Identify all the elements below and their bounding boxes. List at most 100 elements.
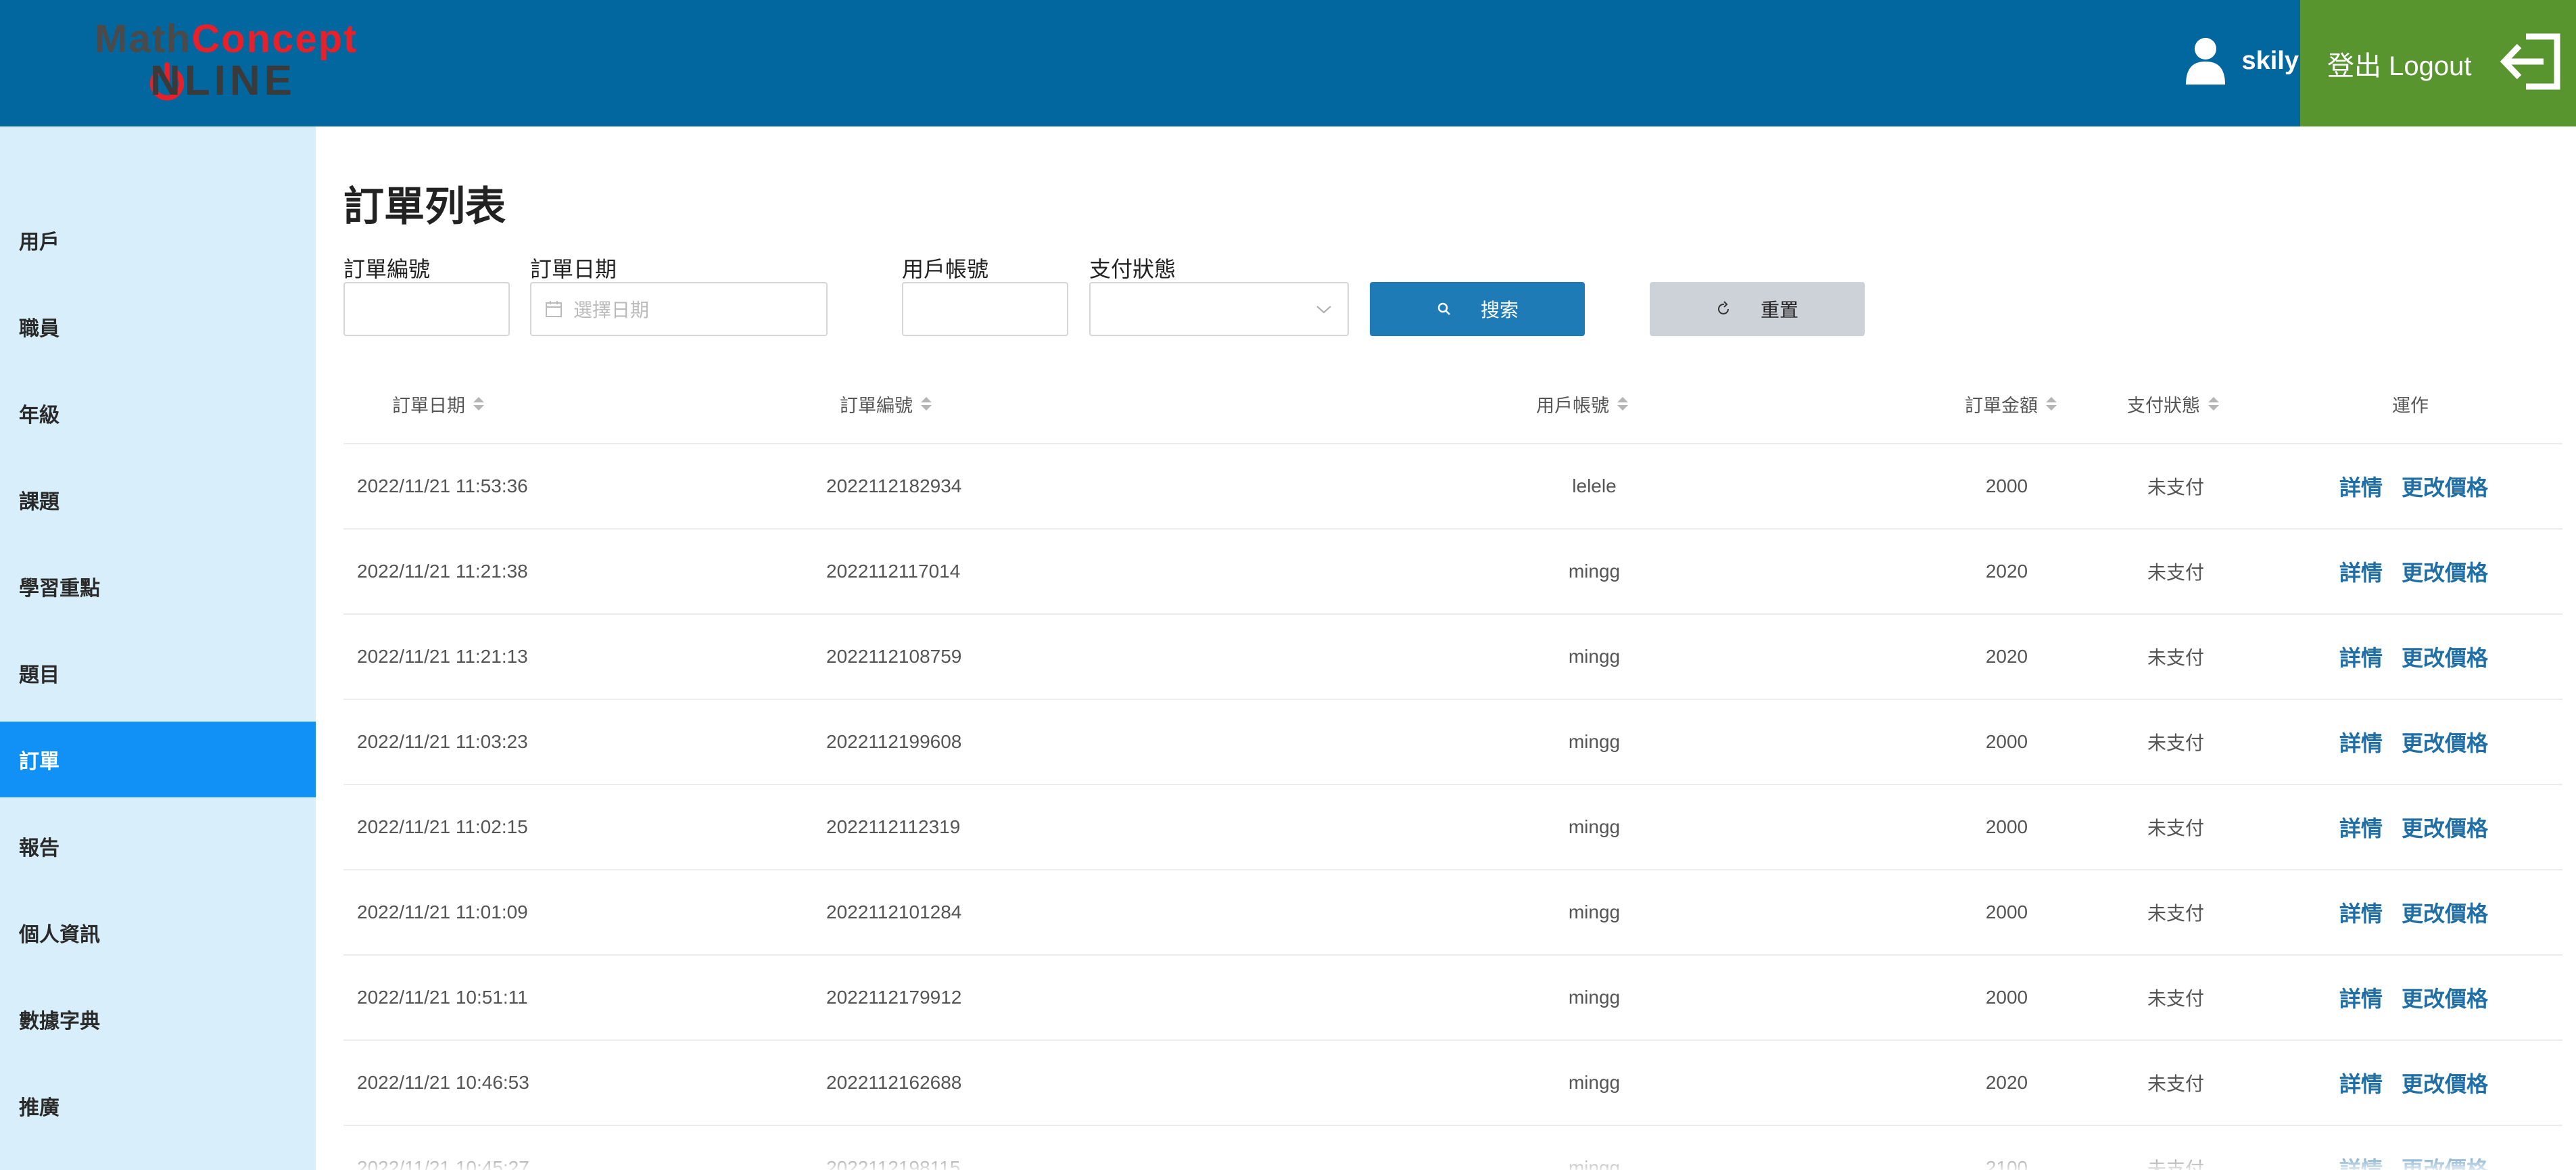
table-row: 2022/11/21 10:45:27 2022112198115 mingg … — [343, 1126, 2562, 1170]
user-menu[interactable]: skily — [2185, 35, 2299, 87]
table-row: 2022/11/21 11:21:38 2022112117014 mingg … — [343, 530, 2562, 615]
cell-actions: 詳情 更改價格 — [2339, 956, 2488, 1039]
cell-amount: 2020 — [1985, 1072, 2028, 1093]
calendar-icon — [546, 301, 562, 317]
cell-amount: 2000 — [1985, 987, 2028, 1008]
sidebar-item-users[interactable]: 用戶 — [0, 202, 316, 278]
cell-order-no: 2022112112319 — [826, 816, 961, 837]
col-header-label: 支付狀態 — [2127, 395, 2200, 416]
cell-order-date: 2022/11/21 10:51:11 — [357, 987, 528, 1008]
detail-link[interactable]: 詳情 — [2339, 1152, 2383, 1170]
table-row: 2022/11/21 10:46:53 2022112162688 mingg … — [343, 1041, 2562, 1126]
cell-order-no: 2022112117014 — [826, 561, 961, 582]
order-no-input[interactable] — [343, 282, 510, 336]
cell-actions: 詳情 更改價格 — [2339, 444, 2488, 528]
page-title: 訂單列表 — [343, 184, 506, 229]
col-header-account[interactable]: 用戶帳號 — [1536, 363, 1628, 444]
sidebar-item-orders[interactable]: 訂單 — [0, 722, 316, 797]
col-header-amount[interactable]: 訂單金額 — [1965, 363, 2057, 444]
sort-icon[interactable] — [921, 397, 932, 411]
sidebar-item-learning-points[interactable]: 學習重點 — [0, 548, 316, 624]
cell-amount: 2000 — [1985, 902, 2028, 922]
cell-order-no: 2022112198115 — [826, 1157, 961, 1170]
detail-link[interactable]: 詳情 — [2339, 471, 2383, 502]
pay-status-label: 支付狀態 — [1089, 257, 1176, 281]
change-price-link[interactable]: 更改價格 — [2402, 982, 2488, 1013]
col-header-order-no[interactable]: 訂單編號 — [840, 363, 932, 444]
cell-actions: 詳情 更改價格 — [2339, 700, 2488, 784]
change-price-link[interactable]: 更改價格 — [2402, 556, 2488, 587]
cell-order-no: 2022112179912 — [826, 987, 962, 1008]
change-price-link[interactable]: 更改價格 — [2402, 812, 2488, 843]
detail-link[interactable]: 詳情 — [2339, 726, 2383, 757]
cell-order-no: 2022112182934 — [826, 475, 962, 496]
cell-actions: 詳情 更改價格 — [2339, 1126, 2488, 1170]
change-price-link[interactable]: 更改價格 — [2402, 641, 2488, 672]
cell-amount: 2000 — [1985, 816, 2028, 837]
cell-actions: 詳情 更改價格 — [2339, 1041, 2488, 1125]
sort-icon[interactable] — [1617, 397, 1628, 411]
sort-icon[interactable] — [2208, 397, 2219, 411]
col-header-operations: 運作 — [2392, 395, 2429, 416]
col-header-order-date[interactable]: 訂單日期 — [392, 363, 484, 444]
sidebar-item-promotion[interactable]: 推廣 — [0, 1068, 316, 1144]
detail-link[interactable]: 詳情 — [2339, 641, 2383, 672]
order-date-picker[interactable]: 選擇日期 — [530, 282, 828, 336]
cell-pay-status: 未支付 — [2147, 903, 2204, 924]
mathconcept-online-logo[interactable]: MathConcept NLINE — [95, 17, 379, 103]
account-input[interactable] — [902, 282, 1068, 336]
sidebar-item-grades[interactable]: 年級 — [0, 375, 316, 451]
change-price-link[interactable]: 更改價格 — [2402, 897, 2488, 928]
order-date-placeholder: 選擇日期 — [573, 300, 650, 321]
detail-link[interactable]: 詳情 — [2339, 1067, 2383, 1098]
search-button-label: 搜索 — [1480, 300, 1519, 321]
col-header-label: 用戶帳號 — [1536, 395, 1609, 416]
cell-account: mingg — [1568, 902, 1621, 922]
detail-link[interactable]: 詳情 — [2339, 556, 2383, 587]
main-content: 訂單列表 訂單編號 訂單日期 選擇日期 用戶帳號 支付狀態 搜索 重置 訂單日期… — [343, 126, 2562, 1170]
cell-actions: 詳情 更改價格 — [2339, 785, 2488, 869]
sidebar-item-data-dictionary[interactable]: 數據字典 — [0, 981, 316, 1057]
cell-order-date: 2022/11/21 11:21:38 — [357, 561, 528, 582]
cell-pay-status: 未支付 — [2147, 732, 2204, 753]
cell-amount: 2020 — [1985, 561, 2028, 582]
top-header: MathConcept NLINE skily 登出 Logout — [0, 0, 2576, 126]
order-no-label: 訂單編號 — [343, 257, 431, 281]
logout-button[interactable]: 登出 Logout — [2300, 0, 2576, 126]
sidebar-item-reports[interactable]: 報告 — [0, 808, 316, 884]
account-label: 用戶帳號 — [902, 257, 989, 281]
cell-actions: 詳情 更改價格 — [2339, 530, 2488, 613]
table-header-row: 訂單日期 訂單編號 用戶帳號 訂單金額 支付狀態 運作 — [343, 363, 2562, 444]
reset-button[interactable]: 重置 — [1650, 282, 1865, 336]
change-price-link[interactable]: 更改價格 — [2402, 726, 2488, 757]
cell-order-date: 2022/11/21 11:21:13 — [357, 646, 528, 667]
detail-link[interactable]: 詳情 — [2339, 812, 2383, 843]
cell-actions: 詳情 更改價格 — [2339, 615, 2488, 699]
search-button[interactable]: 搜索 — [1370, 282, 1585, 336]
sidebar-item-topics[interactable]: 課題 — [0, 462, 316, 538]
cell-order-date: 2022/11/21 11:01:09 — [357, 902, 528, 922]
col-header-pay-status[interactable]: 支付狀態 — [2127, 363, 2219, 444]
change-price-link[interactable]: 更改價格 — [2402, 1067, 2488, 1098]
cell-order-date: 2022/11/21 11:53:36 — [357, 475, 528, 496]
sidebar-item-profile[interactable]: 個人資訊 — [0, 895, 316, 970]
sidebar-item-staff[interactable]: 職員 — [0, 289, 316, 365]
change-price-link[interactable]: 更改價格 — [2402, 471, 2488, 502]
detail-link[interactable]: 詳情 — [2339, 897, 2383, 928]
logo-concept-text: Concept — [191, 17, 358, 61]
cell-account: mingg — [1568, 987, 1621, 1008]
pay-status-select[interactable] — [1089, 282, 1349, 336]
sort-icon[interactable] — [473, 397, 484, 411]
table-row: 2022/11/21 11:21:13 2022112108759 mingg … — [343, 615, 2562, 700]
cell-account: mingg — [1568, 646, 1621, 667]
cell-order-date: 2022/11/21 11:03:23 — [357, 731, 528, 752]
detail-link[interactable]: 詳情 — [2339, 982, 2383, 1013]
cell-amount: 2020 — [1985, 646, 2028, 667]
table-row: 2022/11/21 11:53:36 2022112182934 lelele… — [343, 444, 2562, 530]
cell-order-date: 2022/11/21 11:02:15 — [357, 816, 528, 837]
sort-icon[interactable] — [2046, 397, 2057, 411]
cell-order-date: 2022/11/21 10:46:53 — [357, 1072, 529, 1093]
cell-pay-status: 未支付 — [2147, 818, 2204, 839]
change-price-link[interactable]: 更改價格 — [2402, 1152, 2488, 1170]
sidebar-item-questions[interactable]: 題目 — [0, 635, 316, 711]
